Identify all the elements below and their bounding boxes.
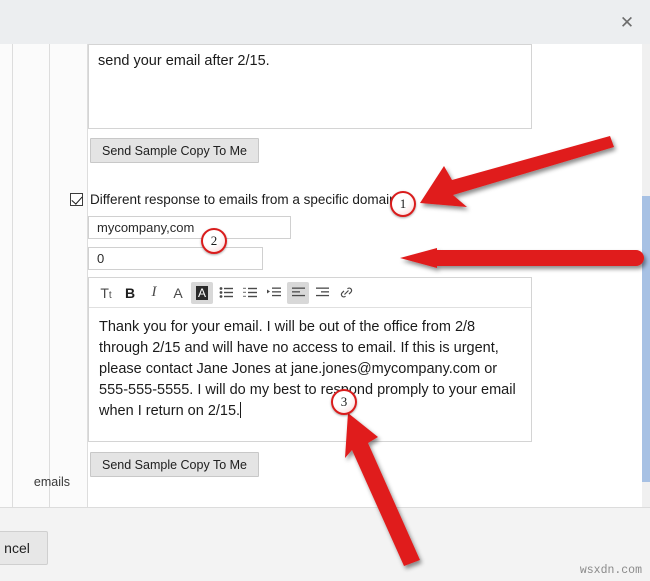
bulleted-list-icon[interactable] [215,282,237,304]
align-left-icon[interactable] [287,281,309,304]
send-sample-copy-top-button[interactable]: Send Sample Copy To Me [90,138,259,163]
gutter-partial-label: emails [33,475,70,489]
gutter-divider-2 [49,44,50,507]
close-icon[interactable]: ✕ [604,0,650,44]
different-response-checkbox[interactable] [70,193,83,206]
domain-reply-text[interactable]: Thank you for your email. I will be out … [89,309,531,441]
left-gutter [0,44,88,507]
domain-reply-body: Thank you for your email. I will be out … [99,319,516,419]
dialog-footer [0,508,650,581]
align-right-icon[interactable] [311,282,333,304]
italic-icon[interactable]: I [143,282,165,304]
bold-icon[interactable]: B [119,282,141,304]
font-size-icon[interactable]: Tt [95,282,117,304]
increase-indent-icon[interactable] [263,282,285,304]
gutter-divider-1 [12,44,13,507]
highlight-color-icon[interactable]: A [191,281,213,304]
vertical-scrollbar-track[interactable] [642,44,650,507]
annotation-badge-3: 3 [331,389,357,415]
screenshot-root: ✕ emails send your email after 2/15. Sen… [0,0,650,581]
insert-link-icon[interactable] [335,282,357,304]
numbered-list-icon[interactable] [239,282,261,304]
default-reply-textarea[interactable]: send your email after 2/15. [88,44,532,129]
editor-toolbar: Tt B I A A [89,278,531,308]
cancel-button[interactable]: ncel [0,531,48,565]
domain-input[interactable]: mycompany,com [88,216,291,239]
domain-reply-editor[interactable]: Tt B I A A Thank you for your email. I w… [88,277,532,442]
default-reply-text: send your email after 2/15. [98,53,270,69]
different-response-label: Different response to emails from a spec… [90,192,397,207]
font-color-icon[interactable]: A [167,282,189,304]
watermark: wsxdn.com [579,564,642,577]
annotation-badge-1: 1 [390,191,416,217]
window-titlebar [0,0,650,44]
text-caret [240,402,242,418]
send-sample-copy-bottom-button[interactable]: Send Sample Copy To Me [90,452,259,477]
different-response-checkbox-row[interactable]: Different response to emails from a spec… [70,192,397,207]
domain-count-input[interactable]: 0 [88,247,263,270]
vertical-scrollbar-thumb[interactable] [642,196,650,482]
annotation-badge-2: 2 [201,228,227,254]
